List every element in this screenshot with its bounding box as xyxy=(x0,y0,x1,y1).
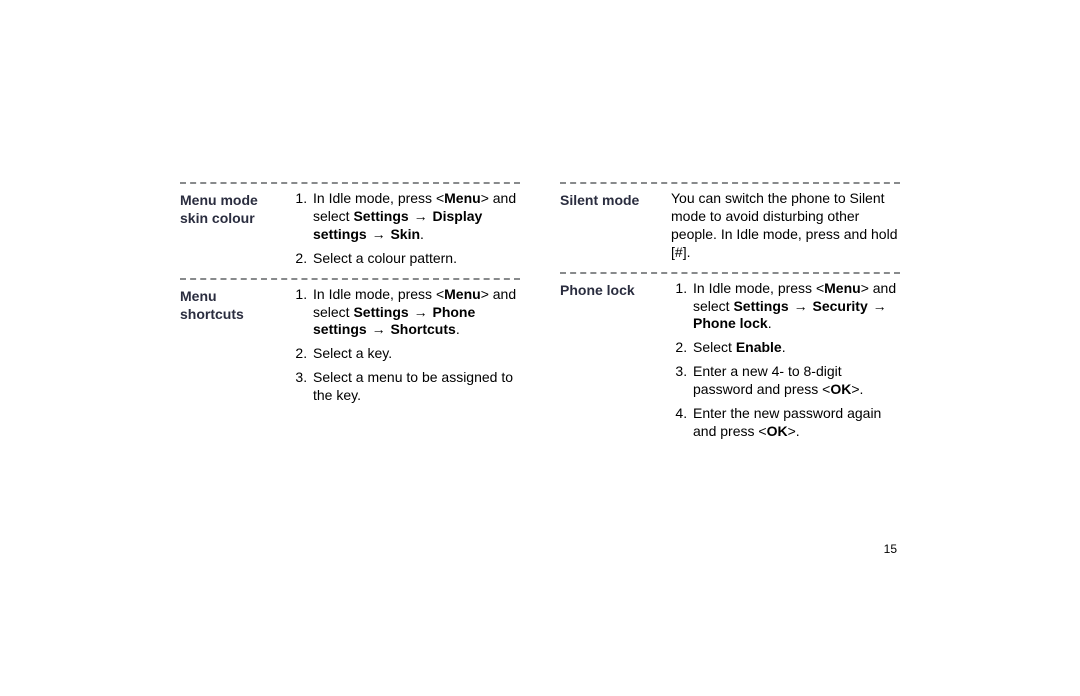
arrow-icon: → xyxy=(872,298,888,314)
bold: Security xyxy=(812,298,867,314)
text: . xyxy=(782,339,786,355)
step-item: In Idle mode, press <Menu> and select Se… xyxy=(311,190,520,244)
label-line: Menu mode xyxy=(180,192,258,208)
step-item: Select a key. xyxy=(311,345,520,363)
section-body: In Idle mode, press <Menu> and select Se… xyxy=(291,286,520,405)
text: . xyxy=(456,321,460,337)
bold: Shortcuts xyxy=(390,321,455,337)
bold: Settings xyxy=(353,304,408,320)
text: In Idle mode, press < xyxy=(313,190,444,206)
section-phone-lock: Phone lock In Idle mode, press <Menu> an… xyxy=(560,280,900,441)
right-column: Silent mode You can switch the phone to … xyxy=(560,178,900,441)
section-label: Menu mode skin colour xyxy=(180,190,291,228)
step-item: Enter the new password again and press <… xyxy=(691,405,900,441)
bold: Settings xyxy=(733,298,788,314)
arrow-icon: → xyxy=(413,304,429,320)
text xyxy=(367,321,371,337)
divider xyxy=(180,278,520,281)
bold: OK xyxy=(767,423,788,439)
arrow-icon: → xyxy=(413,208,429,224)
label-line: Silent mode xyxy=(560,192,639,208)
bold: Skin xyxy=(390,226,420,242)
page-content: Menu mode skin colour In Idle mode, pres… xyxy=(180,178,900,441)
section-label: Phone lock xyxy=(560,280,671,300)
section-silent-mode: Silent mode You can switch the phone to … xyxy=(560,190,900,262)
divider xyxy=(560,182,900,185)
section-label: Menu shortcuts xyxy=(180,286,291,324)
text: . xyxy=(420,226,424,242)
text: Select a colour pattern. xyxy=(313,250,457,266)
text: >. xyxy=(851,381,863,397)
arrow-icon: → xyxy=(793,298,809,314)
left-column: Menu mode skin colour In Idle mode, pres… xyxy=(180,178,520,441)
text: >. xyxy=(788,423,800,439)
text: Select a menu to be assigned to the key. xyxy=(313,369,513,403)
page-number: 15 xyxy=(0,542,897,556)
label-line: Menu xyxy=(180,288,217,304)
text: Select a key. xyxy=(313,345,392,361)
step-item: In Idle mode, press <Menu> and select Se… xyxy=(311,286,520,340)
bold: Settings xyxy=(353,208,408,224)
section-label: Silent mode xyxy=(560,190,671,210)
text: In Idle mode, press < xyxy=(693,280,824,296)
label-line: Phone lock xyxy=(560,282,635,298)
hash-icon: # xyxy=(675,244,683,260)
bold: Menu xyxy=(444,190,481,206)
bold: Menu xyxy=(444,286,481,302)
section-body: You can switch the phone to Silent mode … xyxy=(671,190,900,262)
step-list: In Idle mode, press <Menu> and select Se… xyxy=(291,190,520,268)
bold: OK xyxy=(830,381,851,397)
step-list: In Idle mode, press <Menu> and select Se… xyxy=(671,280,900,441)
section-body: In Idle mode, press <Menu> and select Se… xyxy=(671,280,900,441)
text xyxy=(409,208,413,224)
divider xyxy=(180,182,520,185)
divider xyxy=(560,272,900,275)
label-line: shortcuts xyxy=(180,306,244,322)
bold: Enable xyxy=(736,339,782,355)
text xyxy=(789,298,793,314)
text: You can switch the phone to Silent mode … xyxy=(671,190,898,260)
step-item: Select a menu to be assigned to the key. xyxy=(311,369,520,405)
text xyxy=(409,304,413,320)
arrow-icon: → xyxy=(371,226,387,242)
label-line: skin colour xyxy=(180,210,255,226)
text: In Idle mode, press < xyxy=(313,286,444,302)
section-menu-mode-skin-colour: Menu mode skin colour In Idle mode, pres… xyxy=(180,190,520,268)
step-list: In Idle mode, press <Menu> and select Se… xyxy=(291,286,520,405)
step-item: In Idle mode, press <Menu> and select Se… xyxy=(691,280,900,334)
step-item: Select Enable. xyxy=(691,339,900,357)
section-menu-shortcuts: Menu shortcuts In Idle mode, press <Menu… xyxy=(180,286,520,405)
bold: Phone lock xyxy=(693,315,768,331)
text: Enter a new 4- to 8-digit password and p… xyxy=(693,363,842,397)
step-item: Enter a new 4- to 8-digit password and p… xyxy=(691,363,900,399)
arrow-icon: → xyxy=(371,321,387,337)
text: . xyxy=(768,315,772,331)
step-item: Select a colour pattern. xyxy=(311,250,520,268)
paragraph: You can switch the phone to Silent mode … xyxy=(671,190,900,262)
text xyxy=(367,226,371,242)
text: ]. xyxy=(683,244,691,260)
bold: Menu xyxy=(824,280,861,296)
text: Select xyxy=(693,339,736,355)
section-body: In Idle mode, press <Menu> and select Se… xyxy=(291,190,520,268)
